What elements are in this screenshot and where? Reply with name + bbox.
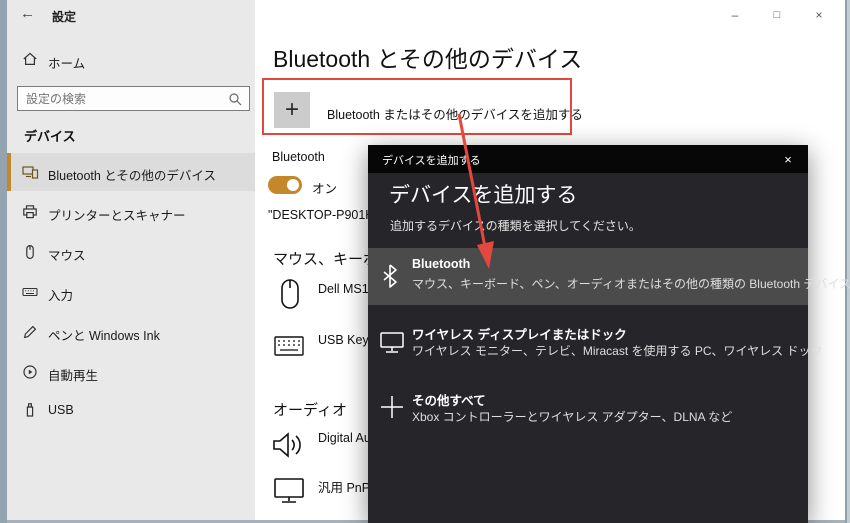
sidebar-item-autoplay[interactable]: 自動再生 — [7, 353, 255, 391]
section-audio: オーディオ — [273, 402, 347, 419]
sidebar-item-label: 入力 — [48, 289, 74, 303]
dialog-title: デバイスを追加する — [382, 155, 481, 167]
bluetooth-icon — [380, 263, 400, 289]
computer-name: "DESKTOP-P901HE — [268, 208, 383, 222]
keyboard-device-icon — [274, 336, 304, 356]
sidebar-item-mouse[interactable]: マウス — [7, 233, 255, 271]
back-icon[interactable]: ← — [20, 5, 35, 22]
add-device-label[interactable]: Bluetooth またはその他のデバイスを追加する — [327, 104, 583, 123]
option-title: ワイヤレス ディスプレイまたはドック — [412, 328, 627, 342]
sidebar-item-typing[interactable]: 入力 — [7, 273, 255, 311]
page-title: Bluetooth とその他のデバイス — [273, 46, 583, 72]
option-title: Bluetooth — [412, 257, 471, 271]
add-device-dialog: デバイスを追加する × デバイスを追加する 追加するデバイスの種類を選択してくだ… — [368, 145, 850, 523]
sidebar-item-label: USB — [48, 403, 74, 417]
sidebar-section-devices: デバイス — [24, 129, 76, 144]
pen-icon — [22, 324, 38, 340]
sidebar-item-label: プリンターとスキャナー — [48, 209, 186, 223]
mouse-icon — [22, 244, 38, 260]
settings-sidebar: ホーム デバイス Bluetooth とその他のデバイス プリンターとスキャナー — [7, 0, 255, 520]
sidebar-item-bluetooth-devices[interactable]: Bluetooth とその他のデバイス — [7, 153, 255, 191]
plus-icon — [380, 395, 404, 419]
printer-icon — [22, 204, 38, 220]
monitor-device-icon — [274, 478, 304, 504]
bluetooth-toggle-state: オン — [312, 182, 338, 196]
bluetooth-label: Bluetooth — [272, 150, 325, 164]
dialog-subtitle: 追加するデバイスの種類を選択してください。 — [390, 219, 641, 233]
window-titlebar — [7, 0, 255, 30]
toggle-knob — [287, 179, 299, 191]
option-bluetooth[interactable]: Bluetooth マウス、キーボード、ペン、オーディオまたはその他の種類の B… — [368, 248, 850, 305]
autoplay-icon — [22, 364, 38, 380]
sidebar-item-printers[interactable]: プリンターとスキャナー — [7, 193, 255, 231]
selected-accent-bar — [7, 153, 11, 191]
option-wireless-display[interactable]: ワイヤレス ディスプレイまたはドック ワイヤレス モニター、テレビ、Miraca… — [368, 315, 823, 372]
desktop-edge-right — [845, 0, 850, 523]
option-everything-else[interactable]: その他すべて Xbox コントローラーとワイヤレス アダプター、DLNA など — [368, 381, 808, 438]
option-description: Xbox コントローラーとワイヤレス アダプター、DLNA など — [412, 410, 733, 424]
option-title: その他すべて — [412, 394, 486, 408]
dialog-titlebar: デバイスを追加する × — [368, 145, 808, 173]
option-description: マウス、キーボード、ペン、オーディオまたはその他の種類の Bluetooth デ… — [412, 277, 850, 291]
keyboard-icon — [22, 284, 38, 300]
desktop-edge-left — [0, 0, 7, 523]
mouse-device-icon — [280, 278, 300, 310]
window-controls: – □ × — [714, 0, 840, 30]
sidebar-item-pen-ink[interactable]: ペンと Windows Ink — [7, 313, 255, 351]
search-input[interactable] — [18, 87, 249, 110]
dialog-heading: デバイスを追加する — [389, 184, 578, 207]
dialog-close-icon[interactable]: × — [768, 145, 808, 173]
usb-icon — [22, 402, 38, 418]
sidebar-item-usb[interactable]: USB — [7, 391, 255, 429]
close-button[interactable]: × — [798, 0, 840, 30]
sidebar-item-label: マウス — [48, 249, 86, 263]
sidebar-item-label: ペンと Windows Ink — [48, 329, 160, 343]
minimize-button[interactable]: – — [714, 0, 756, 30]
screenshot-root: ホーム デバイス Bluetooth とその他のデバイス プリンターとスキャナー — [0, 0, 850, 523]
settings-search-box[interactable] — [17, 86, 250, 111]
sidebar-item-label: ホーム — [48, 57, 86, 71]
wireless-display-icon — [380, 332, 404, 354]
bluetooth-toggle[interactable] — [268, 176, 302, 194]
devices-icon — [22, 164, 39, 180]
option-description: ワイヤレス モニター、テレビ、Miracast を使用する PC、ワイヤレス ド… — [412, 344, 823, 358]
home-icon — [22, 51, 38, 67]
window-title: 設定 — [52, 10, 77, 24]
sidebar-item-label: Bluetooth とその他のデバイス — [48, 169, 217, 183]
sidebar-item-label: 自動再生 — [48, 369, 99, 383]
maximize-button[interactable]: □ — [756, 0, 798, 30]
search-icon[interactable] — [228, 92, 242, 106]
speaker-icon — [272, 430, 304, 460]
add-device-button[interactable]: + — [274, 92, 310, 128]
sidebar-item-home[interactable]: ホーム — [7, 48, 255, 74]
